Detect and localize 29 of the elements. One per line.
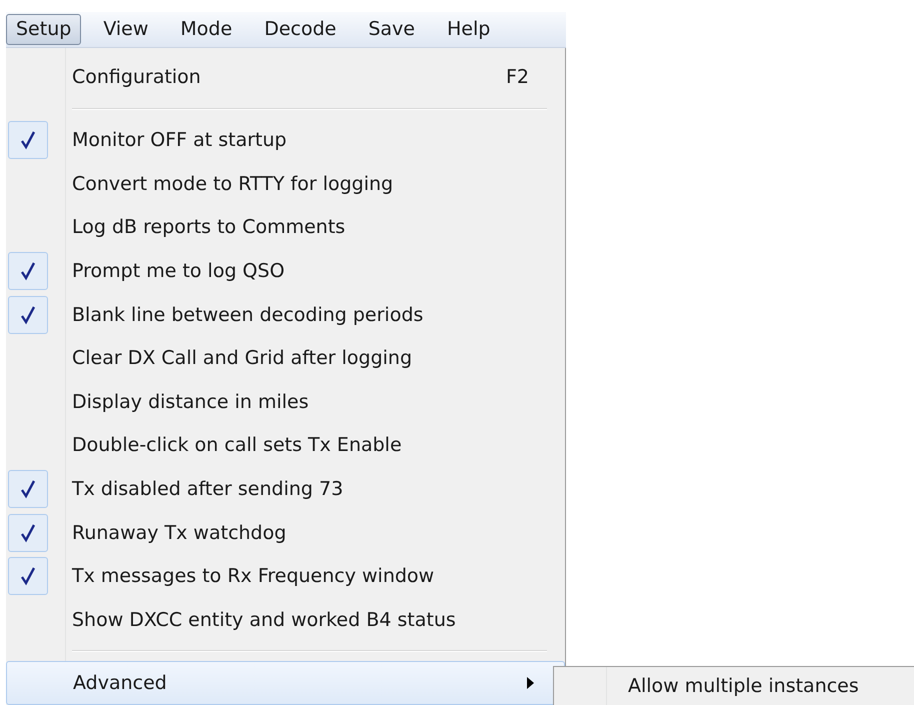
menu-item[interactable]: Tx disabled after sending 73	[6, 467, 565, 511]
menu-item[interactable]: Log dB reports to Comments	[6, 206, 565, 250]
menu-item[interactable]: Display distance in miles	[6, 380, 565, 424]
menu-bar-item[interactable]: Decode	[254, 14, 346, 45]
checkmark-icon	[20, 566, 36, 586]
checkmark-icon	[20, 522, 36, 543]
shortcut-label: F2	[506, 66, 529, 88]
menu-bar-item[interactable]: Help	[436, 14, 500, 45]
submenu-arrow-icon	[527, 677, 534, 690]
menu-item[interactable]: Prompt me to log QSO	[6, 249, 565, 293]
menu-item[interactable]: Configuration F2	[6, 55, 565, 99]
menu-item[interactable]: Runaway Tx watchdog	[6, 510, 565, 554]
menu-item[interactable]: Double-click on call sets Tx Enable	[6, 424, 565, 468]
checkmark-icon	[20, 478, 36, 499]
checkmark-icon	[20, 304, 36, 325]
menu-item[interactable]: Blank line between decoding periods	[6, 292, 565, 336]
menu-item[interactable]: Advanced	[6, 661, 565, 705]
menu-bar-item[interactable]: View	[93, 14, 158, 45]
menu-item[interactable]: Monitor OFF at startup	[6, 118, 565, 162]
menu-item[interactable]: Tx messages to Rx Frequency window	[6, 554, 565, 598]
menu-item[interactable]: Show DXCC entity and worked B4 status	[6, 598, 565, 642]
menu-item[interactable]: Convert mode to RTTY for logging	[6, 162, 565, 206]
menu-item[interactable]: Clear DX Call and Grid after logging	[6, 336, 565, 380]
checkmark-icon	[20, 130, 36, 150]
submenu-item[interactable]: Allow multiple instances	[628, 675, 859, 697]
menu-bar-item[interactable]: Mode	[170, 14, 242, 45]
checkmark-icon	[20, 260, 36, 281]
menu-bar-item[interactable]: Setup	[6, 14, 82, 45]
menu-bar-item[interactable]: Save	[358, 14, 425, 45]
